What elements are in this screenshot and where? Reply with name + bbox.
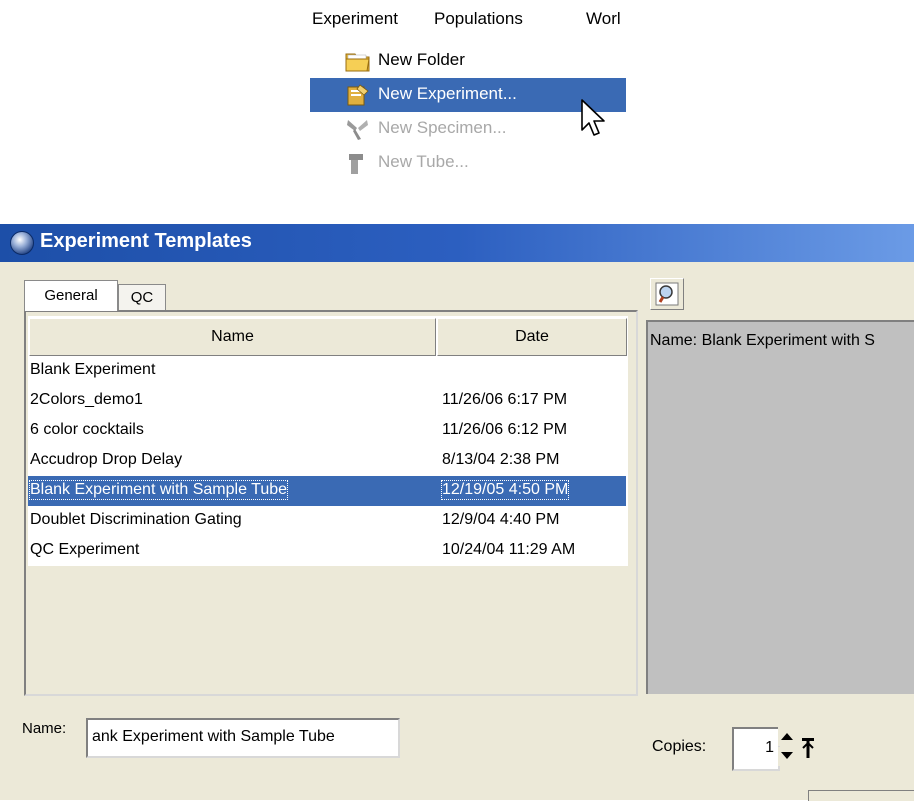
menu-item-new-tube[interactable]: New Tube...	[310, 146, 626, 180]
table-row[interactable]: Blank Experiment	[28, 356, 626, 386]
copies-field[interactable]: 1	[732, 727, 780, 771]
tab-label: General	[44, 287, 98, 304]
folder-icon	[345, 53, 370, 72]
menu-populations[interactable]: Populations	[434, 9, 523, 29]
row-date: 11/26/06 6:12 PM	[442, 421, 568, 438]
row-date: 12/9/04 4:40 PM	[442, 511, 560, 528]
window-titlebar[interactable]: Experiment Templates	[0, 224, 914, 262]
app-icon	[10, 231, 34, 255]
row-name: Blank Experiment with Sample Tube	[28, 480, 289, 500]
name-field[interactable]: ank Experiment with Sample Tube	[86, 718, 400, 758]
tab-label: QC	[130, 289, 154, 306]
specimen-icon	[347, 120, 368, 140]
row-name: QC Experiment	[30, 541, 140, 558]
row-name: Accudrop Drop Delay	[30, 451, 183, 468]
menu-item-new-folder[interactable]: New Folder	[310, 44, 626, 78]
menu-item-label: New Tube...	[378, 152, 469, 171]
copies-value: 1	[765, 739, 774, 756]
name-label: Name:	[22, 720, 67, 737]
table-row-selected[interactable]: Blank Experiment with Sample Tube 12/19/…	[28, 476, 626, 506]
tab-general[interactable]: General	[24, 280, 118, 311]
tab-qc[interactable]: QC	[118, 284, 166, 311]
dialog-button-partial[interactable]	[808, 790, 914, 801]
copies-max-icon[interactable]	[800, 736, 816, 760]
table-row[interactable]: QC Experiment 10/24/04 11:29 AM	[28, 536, 626, 566]
column-header-label: Name	[211, 328, 254, 345]
menu-item-label: New Specimen...	[378, 118, 507, 137]
template-preview-panel: Name: Blank Experiment with S	[646, 320, 914, 694]
name-value: ank Experiment with Sample Tube	[92, 728, 335, 745]
row-date: 8/13/04 2:38 PM	[442, 451, 560, 468]
spinner-up-icon[interactable]	[778, 727, 796, 746]
preview-button[interactable]	[650, 278, 684, 310]
column-header-date[interactable]: Date	[437, 318, 627, 356]
column-header-name[interactable]: Name	[29, 318, 436, 356]
mouse-cursor-icon	[581, 99, 605, 136]
window-title: Experiment Templates	[40, 230, 252, 252]
row-date: 10/24/04 11:29 AM	[442, 541, 576, 558]
menu-item-label: New Folder	[378, 50, 465, 69]
table-row[interactable]: 2Colors_demo1 11/26/06 6:17 PM	[28, 386, 626, 416]
row-name: Doublet Discrimination Gating	[30, 511, 242, 528]
table-row[interactable]: Doublet Discrimination Gating 12/9/04 4:…	[28, 506, 626, 536]
menu-worksheet[interactable]: Worl	[586, 9, 621, 29]
menu-item-label: New Experiment...	[378, 84, 517, 103]
spinner-down-icon[interactable]	[778, 747, 796, 766]
copies-label: Copies:	[652, 738, 707, 755]
magnifier-icon	[655, 282, 679, 306]
menu-experiment[interactable]: Experiment	[312, 9, 398, 29]
row-date: 12/19/05 4:50 PM	[440, 480, 570, 500]
column-header-label: Date	[515, 328, 549, 345]
copies-spinner[interactable]	[778, 727, 798, 767]
menu-bar: Experiment Populations Worl	[302, 0, 626, 40]
row-name: 2Colors_demo1	[30, 391, 143, 408]
table-row[interactable]: Accudrop Drop Delay 8/13/04 2:38 PM	[28, 446, 626, 476]
tube-icon	[349, 154, 363, 174]
experiment-icon	[347, 84, 369, 106]
row-name: 6 color cocktails	[30, 421, 144, 438]
table-row[interactable]: 6 color cocktails 11/26/06 6:12 PM	[28, 416, 626, 446]
preview-text: Name: Blank Experiment with S	[650, 332, 875, 349]
row-date: 11/26/06 6:17 PM	[442, 391, 568, 408]
row-name: Blank Experiment	[30, 361, 156, 378]
